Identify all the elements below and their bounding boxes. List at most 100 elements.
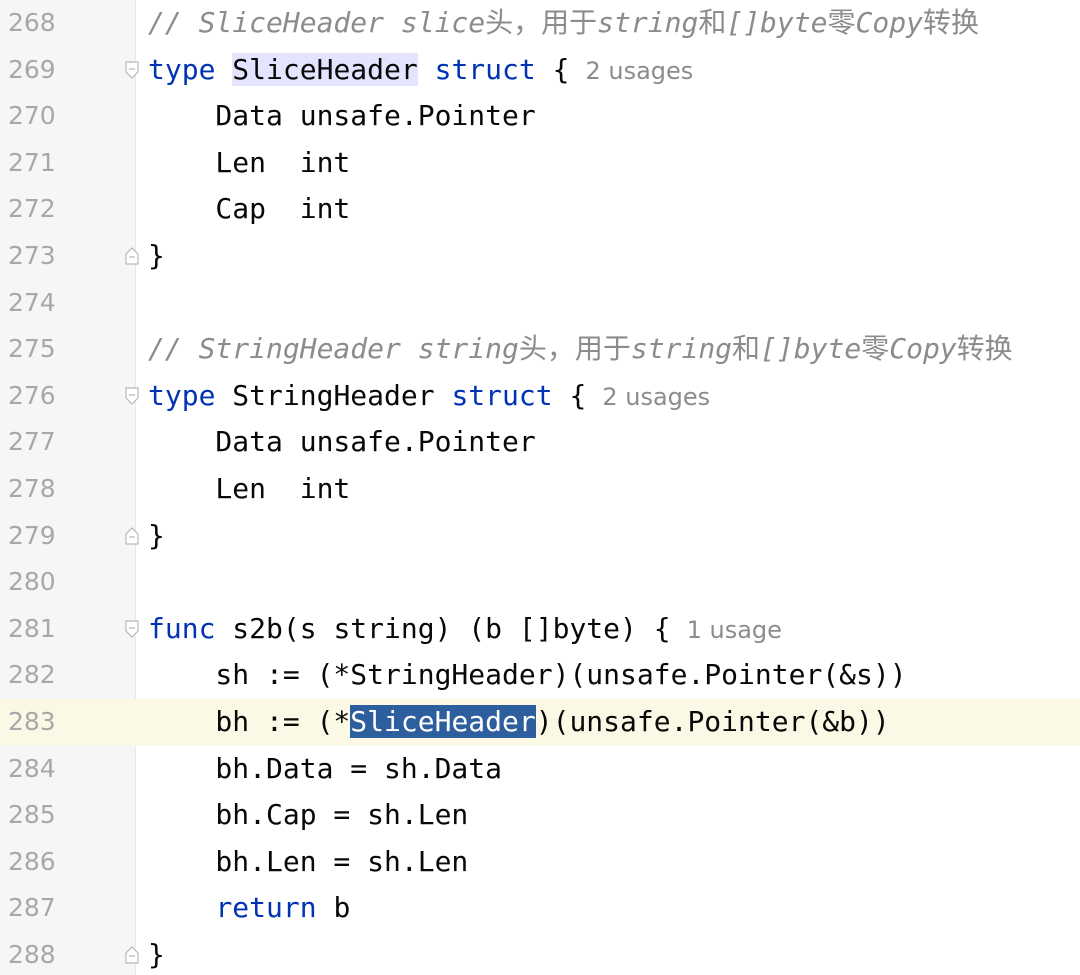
code-text[interactable]: bh.Data = sh.Data [148, 746, 502, 793]
line-number: 286 [8, 846, 56, 876]
code-line[interactable]: 285 bh.Cap = sh.Len [0, 792, 1080, 839]
code-text[interactable]: type StringHeader struct {2 usages [148, 373, 710, 420]
fold-end-icon[interactable] [125, 946, 139, 964]
fold-start-icon[interactable] [125, 387, 139, 405]
code-text[interactable]: // StringHeader string头，用于string和[]byte零… [148, 326, 1013, 373]
code-text[interactable]: sh := (*StringHeader)(unsafe.Pointer(&s)… [148, 652, 906, 699]
code-line[interactable]: 274 [0, 280, 1080, 327]
code-text[interactable]: func s2b(s string) (b []byte) { 1 usage [148, 606, 782, 653]
code-editor[interactable]: 268 // SliceHeader slice头，用于string和[]byt… [0, 0, 1080, 975]
line-number: 279 [8, 520, 56, 550]
comment: 零 [827, 6, 856, 39]
usages-hint[interactable]: 2 usages [602, 383, 710, 411]
fold-start-icon[interactable] [125, 60, 139, 79]
code-text[interactable]: // SliceHeader slice头，用于string和[]byte零Co… [148, 0, 979, 47]
comment: Copy [855, 6, 923, 39]
code-line[interactable]: 275 // StringHeader string头，用于string和[]b… [0, 326, 1080, 373]
code-line[interactable]: 276 type StringHeader struct {2 usages [0, 373, 1080, 420]
code-line[interactable]: 284 bh.Data = sh.Data [0, 746, 1080, 793]
line-number: 284 [8, 753, 56, 783]
line-number: 273 [8, 241, 56, 270]
code-line[interactable]: 277 Data unsafe.Pointer [0, 419, 1080, 466]
func-signature[interactable]: s2b(s string) (b []byte) { [215, 612, 670, 645]
comment: 和 [698, 6, 727, 39]
comment: 零 [861, 332, 890, 366]
fold-end-icon[interactable] [125, 526, 139, 545]
line-number: 274 [8, 287, 56, 317]
comment: 转换 [956, 332, 1013, 366]
line-number: 270 [8, 101, 56, 131]
line-number: 278 [8, 474, 56, 503]
comment: 头，用于 [485, 6, 598, 39]
code-text[interactable]: return b [148, 885, 350, 932]
code-line[interactable]: 280 [0, 559, 1080, 606]
code-line[interactable]: 279 } [0, 513, 1080, 560]
line-number: 281 [8, 613, 56, 643]
line-number: 287 [8, 893, 56, 923]
line-number: 277 [8, 427, 56, 457]
code-line[interactable]: 268 // SliceHeader slice头，用于string和[]byt… [0, 0, 1080, 47]
line-number: 275 [8, 334, 56, 364]
comment: // SliceHeader slice [148, 6, 486, 39]
fold-start-icon[interactable] [125, 620, 139, 638]
type-name[interactable]: StringHeader [232, 379, 434, 412]
brace: { [552, 378, 587, 412]
code-text[interactable]: Cap int [148, 186, 350, 233]
current-code-line[interactable]: 283 bh := (*SliceHeader)(unsafe.Pointer(… [0, 699, 1080, 746]
code-line[interactable]: 288 } [0, 932, 1080, 975]
keyword: type [148, 52, 216, 86]
comment: // StringHeader string [148, 332, 519, 366]
line-number: 272 [8, 194, 56, 224]
keyword: func [148, 611, 216, 645]
brace: { [535, 52, 570, 86]
comment: 头，用于 [518, 332, 631, 366]
code-line[interactable]: 282 sh := (*StringHeader)(unsafe.Pointer… [0, 652, 1080, 699]
line-number: 285 [8, 800, 56, 830]
usages-hint[interactable]: 2 usages [585, 57, 693, 85]
text-selection[interactable]: SliceHeader [350, 705, 536, 738]
keyword: return [215, 891, 317, 925]
line-number: 268 [8, 8, 56, 37]
comment: 转换 [922, 6, 979, 39]
code-line[interactable]: 287 return b [0, 885, 1080, 932]
keyword: struct [451, 378, 553, 412]
code-line[interactable]: 272 Cap int [0, 186, 1080, 233]
comment: []byte [726, 6, 828, 39]
code-text[interactable]: bh := (*SliceHeader)(unsafe.Pointer(&b)) [148, 699, 890, 746]
type-name-highlight[interactable]: SliceHeader [232, 52, 418, 86]
code-line[interactable]: 273 } [0, 233, 1080, 280]
code-line[interactable]: 278 Len int [0, 466, 1080, 513]
code-text[interactable]: Len int [148, 466, 350, 513]
line-number: 288 [8, 940, 56, 969]
code-line[interactable]: 270 Data unsafe.Pointer [0, 93, 1080, 140]
comment: []byte [760, 332, 862, 366]
code-text[interactable]: bh.Cap = sh.Len [148, 792, 468, 839]
line-number: 269 [8, 54, 56, 84]
keyword: type [148, 378, 216, 412]
line-number: 280 [8, 567, 56, 597]
line-number: 271 [8, 147, 56, 177]
code-text[interactable]: type SliceHeader struct {2 usages [148, 47, 693, 94]
code-text[interactable]: } [148, 932, 165, 975]
code-text[interactable]: bh.Len = sh.Len [148, 839, 468, 886]
code-line[interactable]: 286 bh.Len = sh.Len [0, 839, 1080, 886]
fold-end-icon[interactable] [125, 247, 139, 265]
line-number: 282 [8, 660, 56, 690]
code-segment: bh := (* [148, 705, 351, 738]
code-text[interactable]: Data unsafe.Pointer [148, 419, 535, 466]
comment: 和 [732, 332, 761, 366]
code-text[interactable]: Len int [148, 140, 350, 187]
code-line[interactable]: 281 func s2b(s string) (b []byte) { 1 usa… [0, 606, 1080, 653]
comment: string [597, 6, 699, 39]
code-line[interactable]: 269 type SliceHeader struct {2 usages [0, 47, 1080, 94]
usages-hint[interactable]: 1 usage [687, 616, 782, 644]
line-number: 276 [8, 380, 56, 410]
code-line[interactable]: 271 Len int [0, 140, 1080, 187]
keyword: struct [434, 52, 536, 86]
code-text[interactable]: } [148, 513, 165, 560]
code-segment: )(unsafe.Pointer(&b)) [535, 705, 890, 738]
comment: string [630, 332, 733, 366]
code-text[interactable]: } [148, 233, 165, 280]
code-text[interactable]: Data unsafe.Pointer [148, 93, 535, 140]
